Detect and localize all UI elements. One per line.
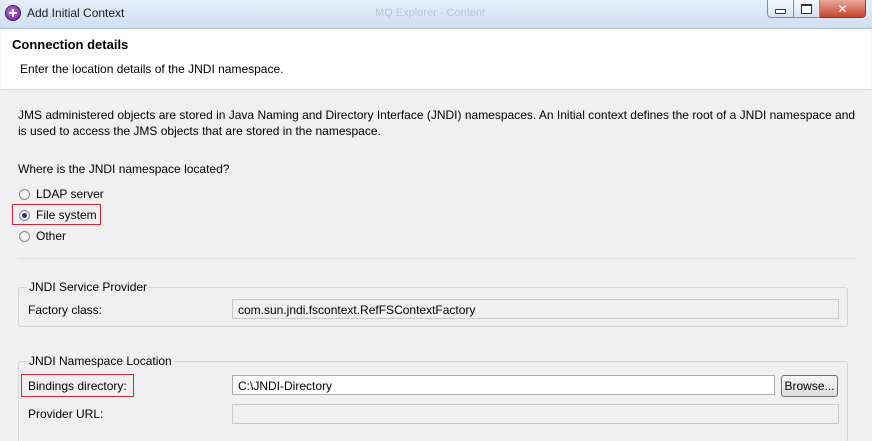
minimize-button[interactable] bbox=[767, 0, 794, 18]
browse-button[interactable]: Browse... bbox=[781, 375, 838, 397]
radio-button[interactable] bbox=[19, 230, 30, 242]
radio-label: Other bbox=[36, 229, 67, 243]
bindings-directory-label: Bindings directory: bbox=[28, 379, 127, 393]
intro-text: JMS administered objects are stored in J… bbox=[18, 108, 856, 138]
provider-url-field[interactable] bbox=[232, 404, 839, 424]
window-title: Add Initial Context bbox=[27, 6, 125, 20]
page-description: Enter the location details of the JNDI n… bbox=[20, 62, 284, 76]
app-icon bbox=[5, 5, 21, 21]
radio-label: LDAP server bbox=[36, 187, 104, 201]
maximize-icon bbox=[801, 3, 812, 14]
title-bar: Add Initial Context MQ Explorer - Conten… bbox=[0, 0, 872, 29]
close-button[interactable]: ✕ bbox=[820, 0, 866, 18]
radio-ldap-server[interactable]: LDAP server bbox=[19, 186, 104, 202]
wizard-banner: Connection details Enter the location de… bbox=[1, 29, 871, 90]
namespace-location-group-label: JNDI Namespace Location bbox=[27, 354, 174, 368]
bindings-directory-input[interactable]: C:\JNDI-Directory bbox=[232, 375, 775, 395]
radio-label: File system bbox=[36, 208, 97, 222]
close-icon: ✕ bbox=[837, 1, 848, 16]
factory-class-label: Factory class: bbox=[28, 303, 103, 317]
window-controls: ✕ bbox=[767, 0, 866, 19]
radio-other[interactable]: Other bbox=[19, 228, 66, 244]
namespace-location-group bbox=[18, 361, 848, 441]
maximize-button[interactable] bbox=[794, 0, 820, 18]
radio-file-system[interactable]: File system bbox=[19, 207, 97, 223]
service-provider-group-label: JNDI Service Provider bbox=[27, 280, 150, 294]
background-window-title: MQ Explorer - Content bbox=[375, 7, 486, 19]
radio-button[interactable] bbox=[19, 188, 30, 200]
separator bbox=[18, 258, 856, 259]
radio-button[interactable] bbox=[19, 209, 30, 221]
page-title: Connection details bbox=[12, 37, 129, 52]
minimize-icon bbox=[775, 9, 786, 14]
location-question: Where is the JNDI namespace located? bbox=[18, 162, 230, 176]
provider-url-label: Provider URL: bbox=[28, 407, 104, 421]
factory-class-field[interactable]: com.sun.jndi.fscontext.RefFSContextFacto… bbox=[232, 299, 839, 319]
